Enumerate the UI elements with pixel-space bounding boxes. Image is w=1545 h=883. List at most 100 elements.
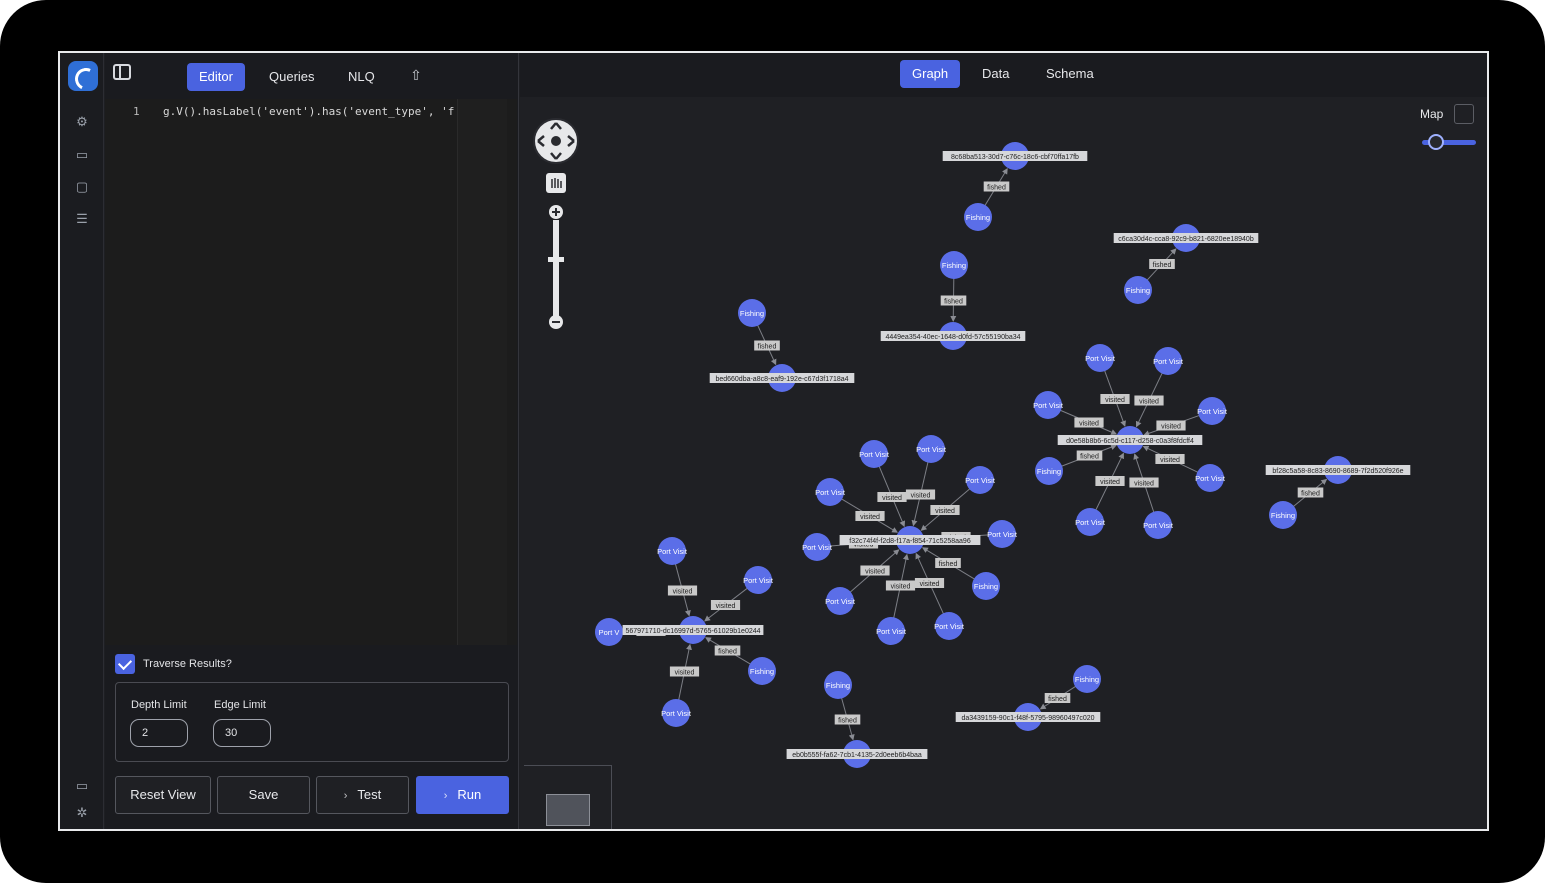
save-button[interactable]: Save xyxy=(217,776,310,814)
edge-label: fished xyxy=(1297,487,1324,498)
node-label: Port Visit xyxy=(1195,474,1226,483)
svg-text:visited: visited xyxy=(860,514,880,521)
svg-text:d0e58b8b6-6c5d-c117-d258-c0a3f: d0e58b8b6-6c5d-c117-d258-c0a3f8fdcff4 xyxy=(1066,438,1194,445)
svg-text:Port Visit: Port Visit xyxy=(987,530,1018,539)
code-editor[interactable]: 1 g.V().hasLabel('event').has('event_typ… xyxy=(105,99,517,645)
minimap-strip xyxy=(457,99,507,645)
navigation-controls xyxy=(533,118,579,329)
node-label: d0e58b8b6-6c5d-c117-d258-c0a3f8fdcff4 xyxy=(1057,435,1203,445)
notebook-icon[interactable]: ▭ xyxy=(74,147,90,163)
limits-panel: Depth Limit Edge Limit xyxy=(115,682,509,762)
svg-text:Port Visit: Port Visit xyxy=(1197,407,1228,416)
node-label: Fishing xyxy=(1126,286,1150,295)
node-label: bf28c5a58-8c83-8690-8689-7f2d520f926e xyxy=(1265,465,1411,475)
zoom-slider[interactable] xyxy=(553,220,559,320)
code-line[interactable]: g.V().hasLabel('event').has('event_type'… xyxy=(163,105,455,118)
node-label: bed660dba-a8c8-eaf9-192e-c67d3f1718a4 xyxy=(709,373,855,383)
svg-text:visited: visited xyxy=(1139,399,1159,406)
graph-minimap[interactable] xyxy=(524,765,612,829)
edge-label: visited xyxy=(1074,417,1104,428)
app-window: ⚙ ▭ ▢ ☰ ▭ ✲ Editor Queries NLQ ⇧ 1 g.V()… xyxy=(58,51,1489,831)
graph-pane: Graph Data Schema fished fished fished fish… xyxy=(520,53,1487,829)
tab-nlq[interactable]: NLQ xyxy=(336,63,387,91)
edge-label: fished xyxy=(935,558,961,568)
node-label: Port Visit xyxy=(876,627,907,636)
edge-label: visited xyxy=(914,578,945,588)
svg-text:Port Visit: Port Visit xyxy=(859,450,890,459)
svg-text:Port Visit: Port Visit xyxy=(1195,474,1226,483)
node-label: eb0b555f-fa62-7cb1-4135-2d0eeb6b4baa xyxy=(786,749,928,759)
edge-label: visited xyxy=(860,565,890,576)
editor-pane: Editor Queries NLQ ⇧ 1 g.V().hasLabel('e… xyxy=(105,53,519,829)
reset-view-button[interactable]: Reset View xyxy=(115,776,211,814)
zoom-slider-handle[interactable] xyxy=(548,257,564,262)
svg-text:4449ea354-40ec-1648-d0fd-57c55: 4449ea354-40ec-1648-d0fd-57c55190ba34 xyxy=(885,334,1020,341)
edge-label: fished xyxy=(1076,450,1103,461)
hand-tool-icon[interactable] xyxy=(546,173,566,193)
svg-text:Port Visit: Port Visit xyxy=(661,709,692,718)
depth-limit-input[interactable] xyxy=(130,719,188,747)
edge-label: fished xyxy=(834,714,861,725)
database-icon[interactable]: ☰ xyxy=(74,211,90,227)
graph-svg[interactable]: fished fished fished fished visited visited vi… xyxy=(520,97,1487,811)
settings-icon[interactable]: ✲ xyxy=(74,805,90,821)
edge-limit-input[interactable] xyxy=(213,719,271,747)
svg-text:da3439159-90c1-f48f-5795-98960: da3439159-90c1-f48f-5795-98960497c020 xyxy=(961,715,1094,722)
edge-label: visited xyxy=(1155,454,1185,464)
node-label: Fishing xyxy=(966,213,990,222)
svg-text:Fishing: Fishing xyxy=(1037,467,1061,476)
edge-label: visited xyxy=(905,489,936,500)
svg-text:bed660dba-a8c8-eaf9-192e-c67d3: bed660dba-a8c8-eaf9-192e-c67d3f1718a4 xyxy=(715,376,848,383)
svg-text:Port Visit: Port Visit xyxy=(965,476,996,485)
svg-text:visited: visited xyxy=(1105,397,1125,404)
line-number: 1 xyxy=(133,105,140,118)
node-label: Fishing xyxy=(1037,467,1061,476)
node-label: Fishing xyxy=(750,667,774,676)
svg-text:567971710-dc16997d-5765-61029b: 567971710-dc16997d-5765-61029b1e0244 xyxy=(625,628,760,635)
svg-text:Port Visit: Port Visit xyxy=(916,445,947,454)
svg-text:f32c74f4f-f2d8-f17a-f854-71c52: f32c74f4f-f2d8-f17a-f854-71c5258aa96 xyxy=(849,538,971,545)
edge-label: visited xyxy=(885,580,916,591)
node-label: Port Visit xyxy=(1143,521,1174,530)
test-label: Test xyxy=(357,787,382,802)
svg-text:Port Visit: Port Visit xyxy=(657,547,688,556)
svg-text:Port Visit: Port Visit xyxy=(802,543,833,552)
svg-text:Port Visit: Port Visit xyxy=(1085,354,1116,363)
test-button[interactable]: › Test xyxy=(316,776,409,814)
svg-text:visited: visited xyxy=(673,589,693,596)
connections-icon[interactable]: ⚙ xyxy=(74,114,90,130)
map-opacity-slider[interactable] xyxy=(1422,134,1476,150)
chevron-right-icon: › xyxy=(343,790,348,802)
edge-label: visited xyxy=(855,511,885,521)
run-button[interactable]: › Run xyxy=(416,776,509,814)
export-icon[interactable]: ⇧ xyxy=(409,67,423,83)
node-label: Port Visit xyxy=(1075,518,1106,527)
svg-text:Port Visit: Port Visit xyxy=(1033,401,1064,410)
node-label: Port Visit xyxy=(916,445,947,454)
node-label: Port Visit xyxy=(1033,401,1064,410)
edge-label: visited xyxy=(1156,420,1186,431)
node-label: Port Visit xyxy=(934,622,965,631)
node-label: Port Visit xyxy=(1085,354,1116,363)
traverse-checkbox[interactable] xyxy=(115,654,135,674)
traverse-results-option[interactable]: Traverse Results? xyxy=(115,653,232,675)
svg-text:Port Visit: Port Visit xyxy=(876,627,907,636)
node-label: c6ca30d4c-cca8-92c9-b821-6820ee18940b xyxy=(1113,233,1259,243)
reset-view-label: Reset View xyxy=(130,787,196,802)
map-slider-knob[interactable] xyxy=(1428,134,1444,150)
node-label: f32c74f4f-f2d8-f17a-f854-71c5258aa96 xyxy=(839,535,981,545)
map-toggle[interactable] xyxy=(1454,104,1474,124)
tab-editor[interactable]: Editor xyxy=(187,63,245,91)
save-label: Save xyxy=(248,787,279,802)
tab-schema[interactable]: Schema xyxy=(1034,60,1106,88)
icon-rail: ⚙ ▭ ▢ ☰ ▭ ✲ xyxy=(60,53,104,829)
tab-data[interactable]: Data xyxy=(970,60,1021,88)
tab-graph[interactable]: Graph xyxy=(900,60,961,88)
graph-canvas[interactable]: fished fished fished fished visited visited vi… xyxy=(520,97,1487,829)
svg-text:visited: visited xyxy=(1079,421,1099,428)
docs-icon[interactable]: ▭ xyxy=(74,778,90,794)
tab-queries[interactable]: Queries xyxy=(257,63,327,91)
minimap-viewport[interactable] xyxy=(546,794,590,826)
chat-icon[interactable]: ▢ xyxy=(74,179,90,195)
sidebar-toggle-icon[interactable] xyxy=(113,64,131,80)
